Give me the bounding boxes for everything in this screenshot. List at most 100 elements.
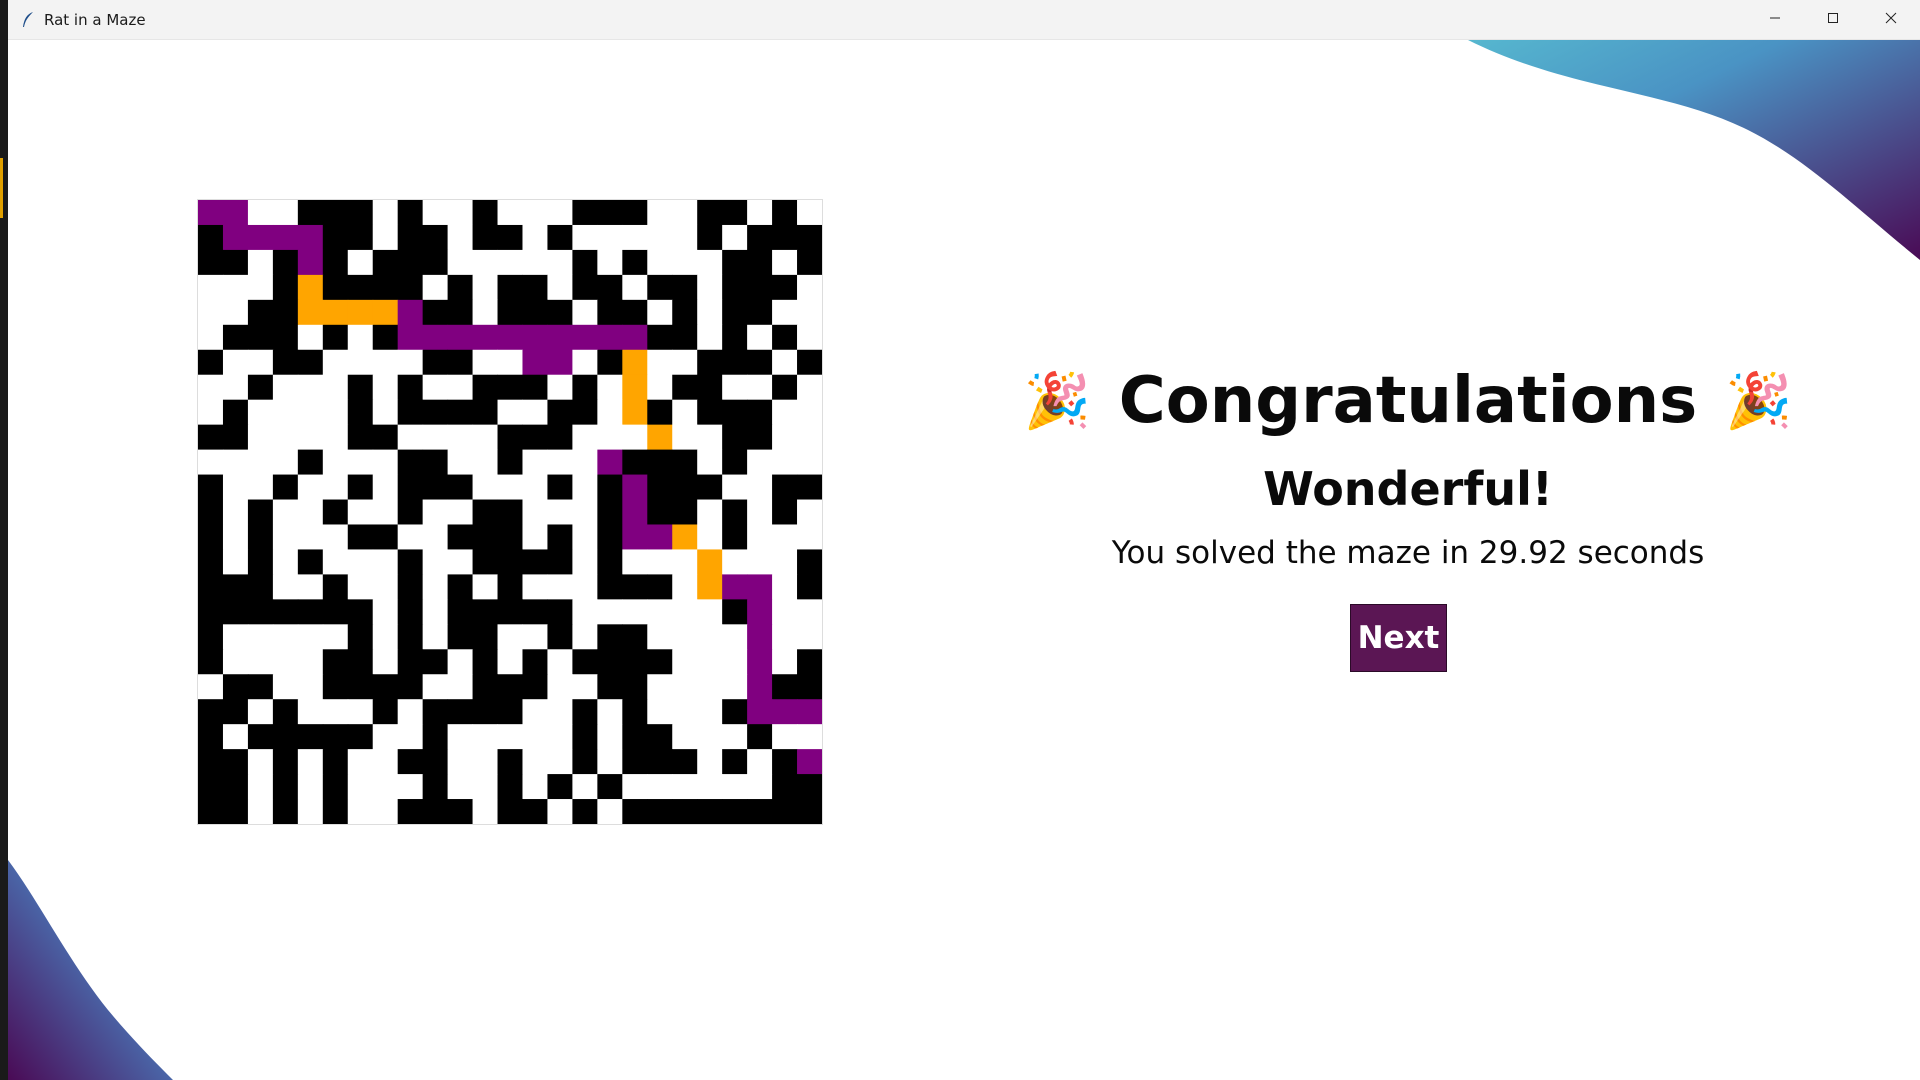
maze-open-cell: [747, 200, 773, 226]
maze-path-cell: [222, 224, 249, 251]
maze-open-cell: [297, 474, 324, 501]
maze-open-cell: [198, 674, 224, 700]
maze-wall-cell: [497, 524, 523, 550]
maze-open-cell: [522, 499, 548, 525]
maze-wall-cell: [472, 674, 499, 700]
maze-open-cell: [647, 349, 673, 376]
maze-wall-cell: [297, 349, 324, 376]
maze-open-cell: [797, 449, 822, 476]
maze-open-cell: [272, 524, 299, 550]
maze-open-cell: [522, 574, 548, 600]
maze-wall-cell: [222, 249, 249, 276]
maze-wall-cell: [247, 599, 274, 625]
maze-open-cell: [572, 449, 598, 476]
maze-wall-cell: [797, 799, 822, 824]
maze-wall-cell: [397, 449, 424, 476]
maze-wall-cell: [622, 249, 648, 276]
maze-wall-cell: [397, 574, 424, 600]
maze-open-cell: [297, 749, 324, 775]
maze-board[interactable]: [197, 199, 823, 825]
maze-path-cell: [747, 699, 773, 725]
maze-wall-cell: [547, 524, 573, 550]
maze-open-cell: [272, 649, 299, 675]
maximize-button[interactable]: [1804, 0, 1862, 39]
maze-open-cell: [247, 274, 274, 301]
maze-wall-cell: [722, 499, 748, 525]
maze-open-cell: [447, 649, 474, 675]
maze-wall-cell: [422, 474, 449, 501]
maze-wall-cell: [722, 200, 748, 226]
maze-open-cell: [647, 599, 673, 625]
maze-open-cell: [697, 274, 723, 301]
maze-open-cell: [347, 799, 374, 824]
maze-open-cell: [672, 549, 698, 575]
maze-wall-cell: [497, 499, 523, 525]
next-button[interactable]: Next: [1350, 604, 1447, 672]
maze-open-cell: [247, 799, 274, 824]
maze-wall-cell: [672, 299, 698, 326]
maze-wall-cell: [322, 674, 349, 700]
maze-wall-cell: [422, 699, 449, 725]
maze-open-cell: [297, 324, 324, 351]
maze-open-cell: [222, 374, 249, 401]
maze-open-cell: [397, 424, 424, 451]
maze-path-cell: [372, 299, 399, 326]
maze-path-cell: [347, 299, 374, 326]
maze-wall-cell: [572, 200, 598, 226]
maze-open-cell: [522, 749, 548, 775]
maze-open-cell: [272, 624, 299, 650]
maze-open-cell: [722, 774, 748, 800]
maze-open-cell: [372, 574, 399, 600]
maze-path-cell: [747, 624, 773, 650]
maze-wall-cell: [222, 574, 249, 600]
maze-open-cell: [347, 349, 374, 376]
maze-wall-cell: [397, 474, 424, 501]
maze-wall-cell: [347, 724, 374, 750]
maze-open-cell: [522, 624, 548, 650]
maze-open-cell: [222, 274, 249, 301]
maze-open-cell: [297, 574, 324, 600]
maze-wall-cell: [472, 499, 499, 525]
minimize-button[interactable]: [1746, 0, 1804, 39]
maze-wall-cell: [497, 374, 523, 401]
maze-wall-cell: [797, 349, 822, 376]
maze-wall-cell: [422, 649, 449, 675]
maze-open-cell: [422, 424, 449, 451]
maze-wall-cell: [497, 674, 523, 700]
maze-wall-cell: [622, 749, 648, 775]
maze-path-cell: [522, 349, 548, 376]
maze-open-cell: [647, 249, 673, 276]
maze-wall-cell: [322, 749, 349, 775]
maze-open-cell: [722, 474, 748, 501]
feather-icon: [18, 10, 38, 30]
maze-wall-cell: [722, 249, 748, 276]
maze-wall-cell: [322, 649, 349, 675]
maze-open-cell: [672, 249, 698, 276]
maze-wall-cell: [797, 674, 822, 700]
maze-open-cell: [272, 674, 299, 700]
maze-wall-cell: [672, 374, 698, 401]
maze-open-cell: [472, 449, 499, 476]
maze-wall-cell: [372, 324, 399, 351]
maze-wall-cell: [772, 499, 798, 525]
maze-wall-cell: [797, 224, 822, 251]
maze-open-cell: [497, 349, 523, 376]
maze-open-cell: [697, 624, 723, 650]
maze-open-cell: [572, 424, 598, 451]
maze-wall-cell: [222, 674, 249, 700]
maze-path-cell: [447, 324, 474, 351]
maze-open-cell: [372, 499, 399, 525]
maze-wall-cell: [247, 574, 274, 600]
maze-path-cell: [622, 499, 648, 525]
maze-wall-cell: [247, 724, 274, 750]
maze-wall-cell: [797, 649, 822, 675]
maze-wall-cell: [622, 299, 648, 326]
close-button[interactable]: [1862, 0, 1920, 39]
maze-open-cell: [522, 399, 548, 426]
maze-wall-cell: [597, 499, 623, 525]
maze-wall-cell: [422, 349, 449, 376]
maze-wall-cell: [747, 799, 773, 824]
maze-wall-cell: [322, 774, 349, 800]
maze-open-cell: [772, 549, 798, 575]
maze-wall-cell: [422, 399, 449, 426]
